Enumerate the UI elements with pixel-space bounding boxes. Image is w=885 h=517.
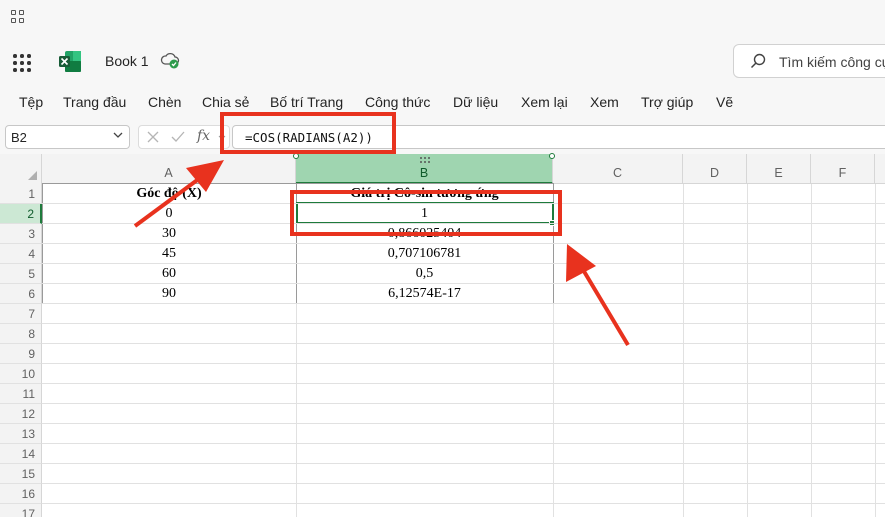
row-header-1[interactable]: 1 [0,184,42,204]
chevron-down-icon[interactable] [113,130,123,140]
row-header-3[interactable]: 3 [0,224,42,244]
os-bar [0,0,885,36]
row-header-2[interactable]: 2 [0,204,42,224]
row-header-4[interactable]: 4 [0,244,42,264]
column-header-c[interactable]: C [553,154,683,184]
formula-highlight-box [220,112,396,154]
name-box-value: B2 [11,130,27,145]
apps-grid-icon[interactable] [11,10,25,24]
cell-b6[interactable]: 6,12574E-17 [296,284,553,304]
workbook-name[interactable]: Book 1 [105,53,149,69]
resize-handle-right[interactable] [549,153,555,159]
formula-actions: fx [138,125,230,149]
search-box[interactable]: Tìm kiếm công cụ [733,44,885,78]
row-header-13[interactable]: 13 [0,424,42,444]
search-icon [750,53,766,69]
column-header-a[interactable]: A [42,154,296,184]
row-header-14[interactable]: 14 [0,444,42,464]
cell-a3[interactable]: 30 [42,224,296,244]
formula-bar: B2 fx =COS(RADIANS(A2)) [0,118,885,154]
ribbon-tabs: Tệp Trang đầu Chèn Chia sẻ Bố trí Trang … [0,88,885,118]
tab-review[interactable]: Xem lại [521,94,568,110]
tab-insert[interactable]: Chèn [148,94,181,110]
row-header-17[interactable]: 17 [0,504,42,517]
corner-triangle-icon [28,171,37,180]
tab-home[interactable]: Trang đầu [63,94,126,110]
column-header-row: A B C D E F [0,154,885,184]
cell-a2[interactable]: 0 [42,204,296,224]
row-header-6[interactable]: 6 [0,284,42,304]
column-drag-grip-icon[interactable] [419,151,431,163]
tab-share[interactable]: Chia sẻ [202,94,249,110]
cell-a6[interactable]: 90 [42,284,296,304]
enter-check-icon[interactable] [171,131,185,143]
search-placeholder: Tìm kiếm công cụ [779,54,885,70]
cloud-saved-icon[interactable] [160,52,180,70]
row-header-8[interactable]: 8 [0,324,42,344]
tab-view[interactable]: Xem [590,94,619,110]
insert-function-icon[interactable]: fx [197,128,210,144]
column-header-e[interactable]: E [747,154,811,184]
select-all-corner[interactable] [0,154,42,184]
row-header-9[interactable]: 9 [0,344,42,364]
column-header-d[interactable]: D [683,154,747,184]
row-header-16[interactable]: 16 [0,484,42,504]
tab-page-layout[interactable]: Bố trí Trang [270,94,343,110]
cell-a1[interactable]: Góc độ (X) [42,184,296,204]
result-highlight-box [290,190,562,236]
cell-b4[interactable]: 0,707106781 [296,244,553,264]
row-header-15[interactable]: 15 [0,464,42,484]
row-header-10[interactable]: 10 [0,364,42,384]
row-header-12[interactable]: 12 [0,404,42,424]
cell-a5[interactable]: 60 [42,264,296,284]
tab-draw[interactable]: Vẽ [716,94,733,110]
row-header-5[interactable]: 5 [0,264,42,284]
tab-file[interactable]: Tệp [19,94,43,110]
column-header-f[interactable]: F [811,154,875,184]
cell-a4[interactable]: 45 [42,244,296,264]
title-bar: Book 1 Tìm kiếm công cụ [0,36,885,88]
tab-help[interactable]: Trợ giúp [641,94,693,110]
cell-b5[interactable]: 0,5 [296,264,553,284]
name-box[interactable]: B2 [5,125,130,149]
row-header-7[interactable]: 7 [0,304,42,324]
tab-formulas[interactable]: Công thức [365,94,430,110]
row-header-11[interactable]: 11 [0,384,42,404]
app-launcher-icon[interactable] [13,54,31,72]
cancel-icon[interactable] [147,131,159,143]
excel-logo-icon [59,51,81,72]
tab-data[interactable]: Dữ liệu [453,94,498,110]
